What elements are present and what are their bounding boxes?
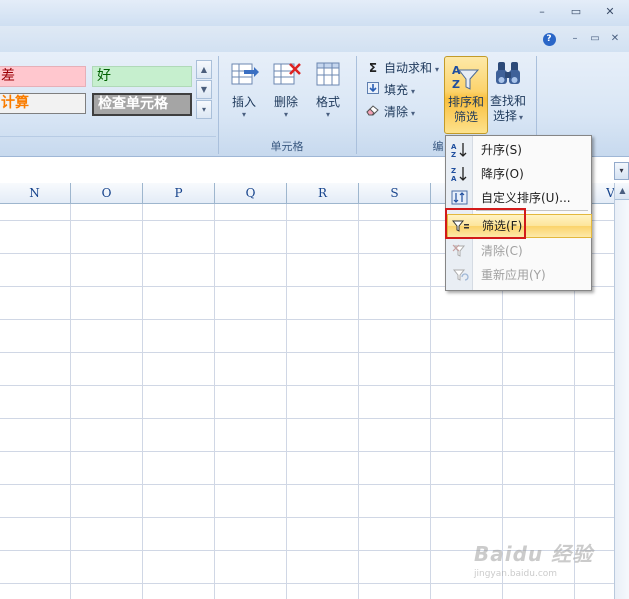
gridline [142,204,143,599]
svg-text:Z: Z [452,78,460,91]
clear-button[interactable]: 清除 ▾ [366,102,415,122]
find-and-select-button[interactable]: 查找和 选择 ▾ [488,58,528,124]
find-select-label-line1: 查找和 [489,94,526,108]
gridline [0,352,614,353]
gridline [358,204,359,599]
gridline [70,204,71,599]
svg-text:Z: Z [451,151,456,158]
menu-item-label: 重新应用(Y) [481,268,546,282]
insert-cells-button[interactable]: 插入 ▾ [224,58,264,120]
sort-descending-icon: ZA [451,166,469,183]
scroll-up-button[interactable]: ▲ [615,183,629,200]
sort-filter-label-line1: 排序和 [447,95,484,109]
fill-down-icon [366,80,380,100]
expand-formula-bar-button[interactable]: ▾ [614,162,629,180]
menu-item-sort-ascending[interactable]: AZ 升序(S) [447,139,590,161]
column-header[interactable]: O [71,183,143,203]
gridline [214,204,215,599]
format-label: 格式 [315,95,340,109]
find-select-label-line2: 选择 ▾ [492,109,524,123]
format-cells-button[interactable]: 格式 ▾ [308,58,348,120]
column-header[interactable]: Q [215,183,287,203]
title-bar: – ▭ ✕ [0,0,629,26]
annotation-highlight-box [445,208,526,239]
close-window-button[interactable]: ✕ [600,4,620,20]
gallery-scroll-up[interactable]: ▲ [196,60,212,79]
gridline [0,484,614,485]
gridline [0,319,614,320]
gridline [0,385,614,386]
svg-text:Z: Z [451,167,456,175]
sort-and-filter-button[interactable]: A Z 排序和 筛选 [444,56,488,134]
restore-window-button[interactable]: ▭ [566,4,586,20]
ribbon-tab-strip: ? – ▭ ✕ [0,26,629,53]
cells-group-label: 单元格 [270,140,304,153]
format-cells-icon [312,58,344,90]
minimize-window-button[interactable]: – [532,4,552,20]
gridline [430,204,431,599]
insert-label: 插入 [231,95,256,109]
style-good[interactable]: 好 [92,66,192,87]
reapply-filter-icon [451,267,469,283]
sort-filter-label-line2: 筛选 [453,110,478,124]
delete-cells-icon [270,58,302,90]
watermark-url: jingyan.baidu.com [474,569,558,579]
menu-item-sort-descending[interactable]: ZA 降序(O) [447,163,590,185]
gallery-more[interactable]: ▾ [196,100,212,119]
group-separator [218,56,219,154]
eraser-icon [366,102,380,122]
workbook-restore-button[interactable]: ▭ [586,31,604,47]
menu-item-label: 清除(C) [481,244,523,258]
help-button[interactable]: ? [540,31,558,47]
style-bad[interactable]: 差 [0,66,86,87]
styles-group-footer [0,136,216,137]
style-check-cell[interactable]: 检查单元格 [92,93,192,116]
chevron-down-icon: ▾ [411,87,416,96]
sigma-icon: Σ [368,61,378,75]
menu-item-clear-filter[interactable]: 清除(C) [447,240,590,262]
sort-filter-icon: A Z [450,61,482,93]
menu-item-custom-sort[interactable]: 自定义排序(U)... [447,187,590,209]
style-calculation[interactable]: 计算 [0,93,86,114]
clear-label: 清除 [384,105,409,119]
fill-button[interactable]: 填充 ▾ [366,80,415,100]
chevron-down-icon: ▾ [325,110,330,119]
autosum-button[interactable]: Σ 自动求和 ▾ [366,58,439,78]
menu-item-reapply[interactable]: 重新应用(Y) [447,264,590,286]
delete-cells-button[interactable]: 删除 ▾ [266,58,306,120]
vertical-scrollbar[interactable]: ▲ [614,183,629,599]
gridline [0,517,614,518]
help-icon: ? [542,33,556,46]
svg-text:A: A [451,175,457,182]
fill-label: 填充 [384,83,409,97]
workbook-minimize-button[interactable]: – [566,31,584,47]
sort-ascending-icon: AZ [451,142,469,159]
menu-item-label: 自定义排序(U)... [481,191,571,205]
binoculars-icon [492,58,524,90]
column-header[interactable]: P [143,183,215,203]
svg-text:A: A [451,143,457,151]
watermark: Baidu 经验 jingyan.baidu.com [474,538,622,588]
chevron-down-icon: ▾ [435,65,440,74]
watermark-text: Baidu 经验 [474,542,594,566]
group-separator [356,56,357,154]
gridline [0,451,614,452]
chevron-down-icon: ▾ [283,110,288,119]
autosum-label: 自动求和 [384,61,433,75]
column-header[interactable]: N [0,183,71,203]
chevron-down-icon: ▾ [241,110,246,119]
gallery-scroll-down[interactable]: ▼ [196,80,212,99]
menu-item-label: 升序(S) [481,143,522,157]
gridline [0,418,614,419]
insert-cells-icon [228,58,260,90]
clear-filter-icon [451,243,469,259]
delete-label: 删除 [273,95,298,109]
workbook-close-button[interactable]: ✕ [606,31,624,47]
column-header[interactable]: S [359,183,431,203]
custom-sort-icon [451,190,469,206]
column-header[interactable]: R [287,183,359,203]
gridline [286,204,287,599]
menu-item-label: 降序(O) [481,167,524,181]
chevron-down-icon: ▾ [411,109,416,118]
